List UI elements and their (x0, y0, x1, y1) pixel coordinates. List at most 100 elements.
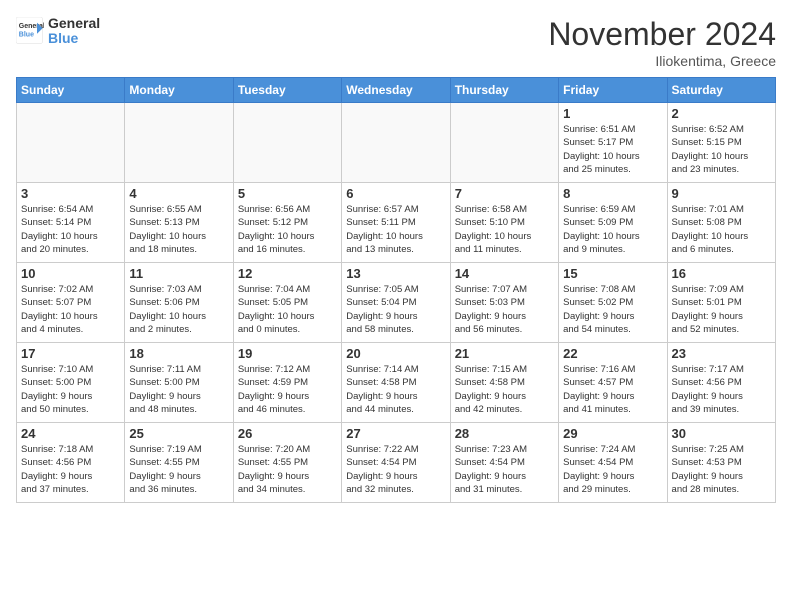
day-info: Sunrise: 6:55 AM Sunset: 5:13 PM Dayligh… (129, 203, 228, 256)
calendar-day-cell (342, 103, 450, 183)
calendar-day-cell: 5 Sunrise: 6:56 AM Sunset: 5:12 PM Daylig… (233, 183, 341, 263)
calendar-day-cell: 26 Sunrise: 7:20 AM Sunset: 4:55 PM Dayli… (233, 423, 341, 503)
calendar-day-cell: 29 Sunrise: 7:24 AM Sunset: 4:54 PM Dayli… (559, 423, 667, 503)
day-number: 15 (563, 266, 662, 281)
calendar-day-cell: 16Sunrise: 7:09 AM Sunset: 5:01 PM Dayli… (667, 263, 775, 343)
calendar-week-row: 17 Sunrise: 7:10 AM Sunset: 5:00 PM Dayli… (17, 343, 776, 423)
calendar-day-cell: 6Sunrise: 6:57 AM Sunset: 5:11 PM Daylig… (342, 183, 450, 263)
calendar-day-cell: 27 Sunrise: 7:22 AM Sunset: 4:54 PM Dayli… (342, 423, 450, 503)
calendar-header-row: SundayMondayTuesdayWednesdayThursdayFrid… (17, 78, 776, 103)
calendar-day-cell: 20 Sunrise: 7:14 AM Sunset: 4:58 PM Dayli… (342, 343, 450, 423)
calendar-day-cell: 17 Sunrise: 7:10 AM Sunset: 5:00 PM Dayli… (17, 343, 125, 423)
day-number: 20 (346, 346, 445, 361)
day-number: 6 (346, 186, 445, 201)
calendar-day-cell: 22Sunrise: 7:16 AM Sunset: 4:57 PM Dayli… (559, 343, 667, 423)
calendar-day-cell: 19 Sunrise: 7:12 AM Sunset: 4:59 PM Dayli… (233, 343, 341, 423)
day-number: 16 (672, 266, 771, 281)
calendar-day-cell: 28 Sunrise: 7:23 AM Sunset: 4:54 PM Dayli… (450, 423, 558, 503)
day-number: 18 (129, 346, 228, 361)
calendar-day-cell: 8 Sunrise: 6:59 AM Sunset: 5:09 PM Daylig… (559, 183, 667, 263)
calendar-day-cell: 4 Sunrise: 6:55 AM Sunset: 5:13 PM Daylig… (125, 183, 233, 263)
day-info: Sunrise: 6:51 AM Sunset: 5:17 PM Dayligh… (563, 123, 662, 176)
day-number: 19 (238, 346, 337, 361)
day-number: 9 (672, 186, 771, 201)
day-number: 4 (129, 186, 228, 201)
page-header: General Blue GeneralBlue November 2024 I… (16, 16, 776, 69)
day-number: 13 (346, 266, 445, 281)
calendar-day-cell: 10 Sunrise: 7:02 AM Sunset: 5:07 PM Dayli… (17, 263, 125, 343)
calendar-day-cell: 11Sunrise: 7:03 AM Sunset: 5:06 PM Dayli… (125, 263, 233, 343)
calendar-day-cell: 21Sunrise: 7:15 AM Sunset: 4:58 PM Dayli… (450, 343, 558, 423)
calendar-day-cell: 18 Sunrise: 7:11 AM Sunset: 5:00 PM Dayli… (125, 343, 233, 423)
calendar-day-cell: 1 Sunrise: 6:51 AM Sunset: 5:17 PM Daylig… (559, 103, 667, 183)
day-number: 21 (455, 346, 554, 361)
day-number: 10 (21, 266, 120, 281)
day-info: Sunrise: 7:16 AM Sunset: 4:57 PM Dayligh… (563, 363, 662, 416)
day-number: 26 (238, 426, 337, 441)
day-number: 30 (672, 426, 771, 441)
calendar-day-cell (450, 103, 558, 183)
day-info: Sunrise: 7:19 AM Sunset: 4:55 PM Dayligh… (129, 443, 228, 496)
calendar-week-row: 24 Sunrise: 7:18 AM Sunset: 4:56 PM Dayli… (17, 423, 776, 503)
day-info: Sunrise: 6:54 AM Sunset: 5:14 PM Dayligh… (21, 203, 120, 256)
calendar-day-cell: 3Sunrise: 6:54 AM Sunset: 5:14 PM Daylig… (17, 183, 125, 263)
calendar-day-cell: 15 Sunrise: 7:08 AM Sunset: 5:02 PM Dayli… (559, 263, 667, 343)
calendar-table: SundayMondayTuesdayWednesdayThursdayFrid… (16, 77, 776, 503)
calendar-day-cell: 7Sunrise: 6:58 AM Sunset: 5:10 PM Daylig… (450, 183, 558, 263)
day-number: 17 (21, 346, 120, 361)
day-info: Sunrise: 7:12 AM Sunset: 4:59 PM Dayligh… (238, 363, 337, 416)
day-info: Sunrise: 7:24 AM Sunset: 4:54 PM Dayligh… (563, 443, 662, 496)
day-info: Sunrise: 6:56 AM Sunset: 5:12 PM Dayligh… (238, 203, 337, 256)
location: Iliokentima, Greece (548, 53, 776, 69)
day-number: 28 (455, 426, 554, 441)
day-info: Sunrise: 7:22 AM Sunset: 4:54 PM Dayligh… (346, 443, 445, 496)
day-info: Sunrise: 7:14 AM Sunset: 4:58 PM Dayligh… (346, 363, 445, 416)
weekday-header: Sunday (17, 78, 125, 103)
day-info: Sunrise: 7:01 AM Sunset: 5:08 PM Dayligh… (672, 203, 771, 256)
day-info: Sunrise: 7:04 AM Sunset: 5:05 PM Dayligh… (238, 283, 337, 336)
day-number: 2 (672, 106, 771, 121)
day-info: Sunrise: 7:18 AM Sunset: 4:56 PM Dayligh… (21, 443, 120, 496)
day-number: 23 (672, 346, 771, 361)
day-info: Sunrise: 7:02 AM Sunset: 5:07 PM Dayligh… (21, 283, 120, 336)
day-info: Sunrise: 7:10 AM Sunset: 5:00 PM Dayligh… (21, 363, 120, 416)
day-number: 1 (563, 106, 662, 121)
day-info: Sunrise: 7:20 AM Sunset: 4:55 PM Dayligh… (238, 443, 337, 496)
calendar-day-cell (17, 103, 125, 183)
day-info: Sunrise: 7:08 AM Sunset: 5:02 PM Dayligh… (563, 283, 662, 336)
calendar-week-row: 3Sunrise: 6:54 AM Sunset: 5:14 PM Daylig… (17, 183, 776, 263)
svg-text:Blue: Blue (19, 32, 34, 39)
weekday-header: Thursday (450, 78, 558, 103)
day-number: 27 (346, 426, 445, 441)
day-number: 11 (129, 266, 228, 281)
title-block: November 2024 Iliokentima, Greece (548, 16, 776, 69)
day-number: 25 (129, 426, 228, 441)
calendar-day-cell: 12 Sunrise: 7:04 AM Sunset: 5:05 PM Dayli… (233, 263, 341, 343)
weekday-header: Tuesday (233, 78, 341, 103)
day-info: Sunrise: 6:58 AM Sunset: 5:10 PM Dayligh… (455, 203, 554, 256)
logo-text: GeneralBlue (48, 16, 100, 47)
logo-icon: General Blue (16, 17, 44, 45)
day-info: Sunrise: 6:59 AM Sunset: 5:09 PM Dayligh… (563, 203, 662, 256)
calendar-day-cell: 9 Sunrise: 7:01 AM Sunset: 5:08 PM Daylig… (667, 183, 775, 263)
day-info: Sunrise: 7:17 AM Sunset: 4:56 PM Dayligh… (672, 363, 771, 416)
day-number: 8 (563, 186, 662, 201)
weekday-header: Monday (125, 78, 233, 103)
calendar-day-cell: 2Sunrise: 6:52 AM Sunset: 5:15 PM Daylig… (667, 103, 775, 183)
calendar-day-cell: 23 Sunrise: 7:17 AM Sunset: 4:56 PM Dayli… (667, 343, 775, 423)
weekday-header: Friday (559, 78, 667, 103)
logo: General Blue GeneralBlue (16, 16, 100, 47)
calendar-week-row: 10 Sunrise: 7:02 AM Sunset: 5:07 PM Dayli… (17, 263, 776, 343)
month-title: November 2024 (548, 16, 776, 53)
calendar-day-cell: 14Sunrise: 7:07 AM Sunset: 5:03 PM Dayli… (450, 263, 558, 343)
day-number: 29 (563, 426, 662, 441)
calendar-day-cell: 24 Sunrise: 7:18 AM Sunset: 4:56 PM Dayli… (17, 423, 125, 503)
calendar-day-cell: 25 Sunrise: 7:19 AM Sunset: 4:55 PM Dayli… (125, 423, 233, 503)
day-number: 12 (238, 266, 337, 281)
calendar-week-row: 1 Sunrise: 6:51 AM Sunset: 5:17 PM Daylig… (17, 103, 776, 183)
day-info: Sunrise: 7:05 AM Sunset: 5:04 PM Dayligh… (346, 283, 445, 336)
day-number: 5 (238, 186, 337, 201)
day-info: Sunrise: 7:11 AM Sunset: 5:00 PM Dayligh… (129, 363, 228, 416)
day-number: 24 (21, 426, 120, 441)
day-info: Sunrise: 7:23 AM Sunset: 4:54 PM Dayligh… (455, 443, 554, 496)
